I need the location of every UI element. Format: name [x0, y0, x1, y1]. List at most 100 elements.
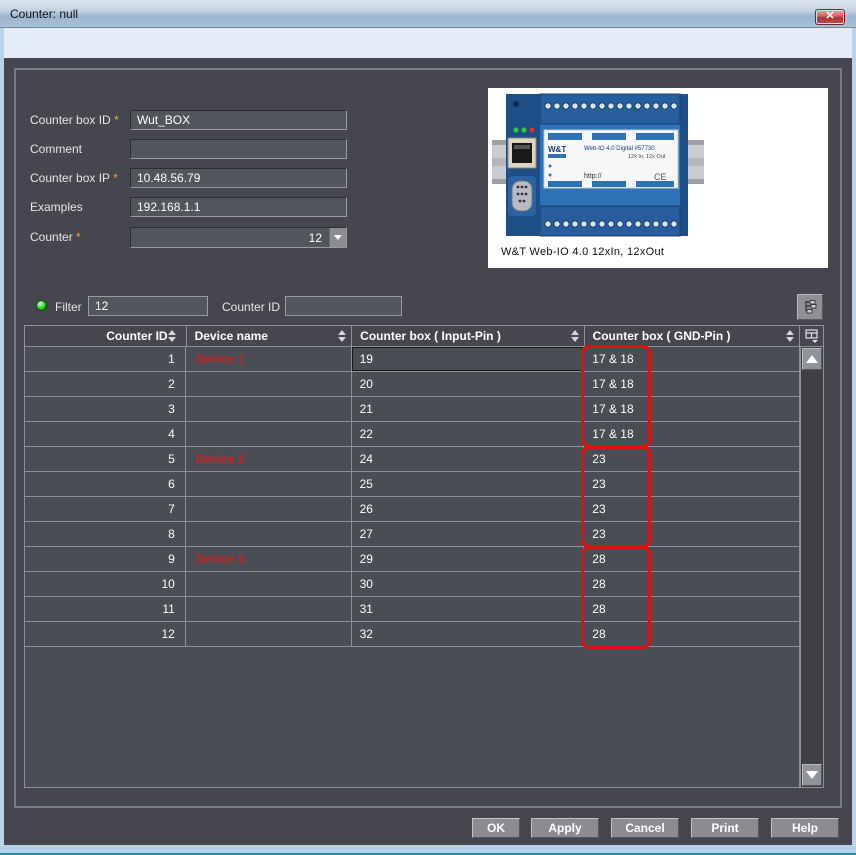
close-icon: ✕ — [825, 10, 834, 22]
window-border-right — [852, 28, 856, 855]
product-image: W&T Web-IO 4.0 Digital #57730 12x In, 12… — [488, 88, 828, 268]
table-row: 8 27 23 — [25, 522, 799, 547]
cancel-button[interactable]: Cancel — [611, 818, 679, 838]
counter-select-value: 12 — [309, 231, 322, 245]
cell-device-name[interactable] — [186, 372, 352, 396]
cell-device-name[interactable]: Device 1 — [186, 347, 352, 371]
cell-device-name[interactable] — [186, 622, 352, 646]
sort-icon — [168, 330, 176, 342]
table-scrollbar[interactable] — [800, 347, 824, 788]
cell-device-name[interactable] — [186, 472, 352, 496]
cell-input-pin[interactable]: 30 — [352, 572, 585, 596]
cell-device-name[interactable] — [186, 522, 352, 546]
table-header: Counter ID Device name Counter box ( Inp… — [24, 325, 800, 347]
table-row: 11 31 28 — [25, 597, 799, 622]
svg-text:Web-IO 4.0 Digital #57730: Web-IO 4.0 Digital #57730 — [584, 146, 655, 152]
apply-button[interactable]: Apply — [531, 818, 599, 838]
cell-counter-id[interactable]: 6 — [25, 472, 186, 496]
cell-device-name[interactable]: Device 2 — [186, 447, 352, 471]
cell-input-pin[interactable]: 32 — [352, 622, 585, 646]
tree-icon — [802, 299, 818, 315]
counter-label: Counter * — [30, 230, 130, 244]
product-caption: W&T Web-IO 4.0 12xIn, 12xOut — [501, 246, 664, 258]
cell-device-name[interactable] — [186, 397, 352, 421]
counter-box-ip-field[interactable] — [130, 168, 347, 188]
cell-device-name[interactable] — [186, 497, 352, 521]
table-row: 9 Device 3 29 28 — [25, 547, 799, 572]
counter-box-ip-label: Counter box IP * — [30, 171, 130, 185]
cell-counter-id[interactable]: 8 — [25, 522, 186, 546]
required-asterisk: * — [76, 230, 81, 244]
cell-input-pin[interactable]: 25 — [352, 472, 585, 496]
examples-label: Examples — [30, 200, 130, 214]
filter-status-led-icon — [36, 300, 47, 311]
examples-field[interactable] — [130, 197, 347, 217]
cell-counter-id[interactable]: 12 — [25, 622, 186, 646]
required-asterisk: * — [114, 113, 119, 127]
scroll-down-button[interactable] — [802, 764, 822, 786]
counter-select-dropdown-button[interactable] — [329, 228, 346, 247]
annotation-box-device1-gnd — [581, 345, 651, 448]
cell-counter-id[interactable]: 11 — [25, 597, 186, 621]
cell-input-pin[interactable]: 20 — [352, 372, 585, 396]
cell-counter-id[interactable]: 4 — [25, 422, 186, 446]
cell-counter-id[interactable]: 9 — [25, 547, 186, 571]
cell-input-pin[interactable]: 26 — [352, 497, 585, 521]
filter-input[interactable] — [88, 296, 208, 316]
ok-button[interactable]: OK — [472, 818, 520, 838]
cell-input-pin[interactable]: 22 — [352, 422, 585, 446]
counter-box-id-label: Counter box ID * — [30, 113, 130, 127]
column-header-input-pin[interactable]: Counter box ( Input-Pin ) — [352, 326, 584, 346]
cell-device-name[interactable]: Device 3 — [186, 547, 352, 571]
column-header-counter-id[interactable]: Counter ID — [25, 326, 187, 346]
cell-counter-id[interactable]: 3 — [25, 397, 186, 421]
device-photo-illustration: W&T Web-IO 4.0 Digital #57730 12x In, 12… — [488, 88, 828, 240]
close-button[interactable]: ✕ — [815, 9, 845, 25]
counter-box-id-field[interactable] — [130, 110, 347, 130]
cell-counter-id[interactable]: 1 — [25, 347, 186, 371]
table-row: 4 22 17 & 18 — [25, 422, 799, 447]
column-header-gnd-pin[interactable]: Counter box ( GND-Pin ) — [585, 326, 799, 346]
cell-counter-id[interactable]: 5 — [25, 447, 186, 471]
column-header-device-name[interactable]: Device name — [187, 326, 353, 346]
counter-select[interactable]: 12 — [130, 227, 347, 248]
table-row: 1 Device 1 19 17 & 18 — [25, 347, 799, 372]
cell-input-pin[interactable]: 24 — [352, 447, 585, 471]
cell-input-pin[interactable]: 31 — [352, 597, 585, 621]
sort-icon — [338, 330, 346, 342]
menu-strip — [4, 28, 852, 58]
table-row: 3 21 17 & 18 — [25, 397, 799, 422]
cell-input-pin[interactable]: 29 — [352, 547, 585, 571]
cell-input-pin[interactable]: 19 — [352, 347, 585, 371]
svg-text:CE: CE — [654, 172, 667, 182]
cell-input-pin[interactable]: 21 — [352, 397, 585, 421]
help-button[interactable]: Help — [771, 818, 839, 838]
cell-device-name[interactable] — [186, 422, 352, 446]
counter-id-filter-label: Counter ID — [222, 300, 280, 314]
cell-device-name[interactable] — [186, 572, 352, 596]
cell-input-pin[interactable]: 27 — [352, 522, 585, 546]
cell-counter-id[interactable]: 2 — [25, 372, 186, 396]
table-row: 5 Device 2 24 23 — [25, 447, 799, 472]
window-title: Counter: null — [10, 7, 78, 21]
arrow-down-icon — [806, 771, 818, 779]
table-row: 7 26 23 — [25, 497, 799, 522]
table-row: 12 32 28 — [25, 622, 799, 647]
window-border-bottom — [0, 845, 856, 853]
comment-field[interactable] — [130, 139, 347, 159]
cell-counter-id[interactable]: 10 — [25, 572, 186, 596]
svg-text:http://: http:// — [584, 173, 602, 180]
sort-icon — [571, 330, 579, 342]
print-button[interactable]: Print — [691, 818, 759, 838]
svg-text:W&T: W&T — [548, 145, 566, 154]
tree-view-button[interactable] — [797, 294, 823, 320]
cell-counter-id[interactable]: 7 — [25, 497, 186, 521]
cell-device-name[interactable] — [186, 597, 352, 621]
title-bar[interactable]: Counter: null — [0, 0, 856, 28]
svg-text:12x In, 12x Out: 12x In, 12x Out — [628, 154, 666, 160]
counter-id-filter-input[interactable] — [285, 296, 402, 316]
column-config-button[interactable] — [800, 325, 824, 347]
sort-icon — [786, 330, 794, 342]
table-row: 10 30 28 — [25, 572, 799, 597]
scroll-up-button[interactable] — [802, 348, 822, 370]
